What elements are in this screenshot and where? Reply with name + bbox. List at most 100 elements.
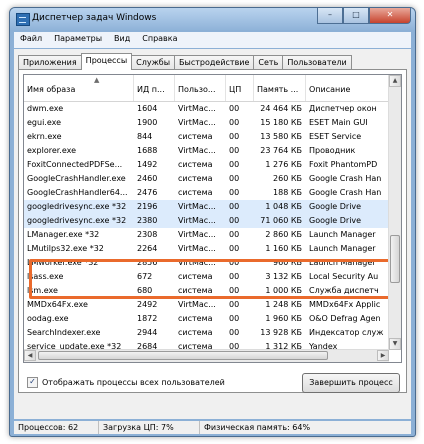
column-pid[interactable]: ИД п...: [134, 75, 175, 101]
cell-cpu: 00: [229, 286, 240, 295]
tab-performance[interactable]: Быстродействие: [174, 55, 255, 70]
horizontal-scroll-thumb[interactable]: [38, 351, 328, 360]
cell-memory: 960 КБ: [273, 258, 302, 267]
scroll-right-icon[interactable]: ▶: [377, 350, 389, 361]
column-user[interactable]: Пользо...: [175, 75, 226, 101]
show-all-label: Отображать процессы всех пользователей: [42, 378, 225, 387]
cell-pid: 2476: [137, 188, 158, 197]
column-description[interactable]: Описание: [306, 75, 389, 101]
menu-options[interactable]: Параметры: [48, 32, 108, 48]
maximize-button[interactable]: □: [343, 8, 369, 24]
table-row[interactable]: googledrivesync.exe *32 2196 VirtMac... 00 1…: [24, 200, 389, 214]
show-all-checkbox[interactable]: ✓: [27, 377, 38, 388]
table-row[interactable]: GoogleCrashHandler64... 2476 система 00 188 …: [24, 186, 389, 200]
table-row[interactable]: oodag.exe 1872 система 00 1 960 КБ O&O Defrag…: [24, 312, 389, 326]
column-image-name-label: Имя образа: [27, 85, 76, 94]
cell-cpu: 00: [229, 258, 240, 267]
status-processes: Процессов: 62: [14, 421, 99, 434]
cell-pid: 2944: [137, 328, 158, 337]
cell-cpu: 00: [229, 272, 240, 281]
table-row[interactable]: lsm.exe 680 система 00 1 000 КБ Служба диспет…: [24, 284, 389, 298]
table-row[interactable]: egui.exe 1900 VirtMac... 00 15 180 КБ ESET Ma…: [24, 116, 389, 130]
scroll-up-icon[interactable]: ▲: [389, 75, 401, 87]
scroll-left-icon[interactable]: ◀: [24, 350, 36, 361]
tab-services[interactable]: Службы: [131, 55, 176, 70]
table-row[interactable]: GoogleCrashHandler.exe 2460 система 00 260 К…: [24, 172, 389, 186]
tab-processes[interactable]: Процессы: [80, 53, 133, 70]
vertical-scroll-thumb[interactable]: [390, 235, 400, 283]
cell-memory: 2 860 КБ: [265, 230, 302, 239]
column-memory[interactable]: Память ...: [254, 75, 306, 101]
processes-pane: Имя образа ▲ ИД п... Пользо... ЦП Память …: [18, 69, 407, 393]
cell-description: Google Drive: [309, 216, 362, 225]
cell-pid: 1900: [137, 118, 158, 127]
cell-pid: 2380: [137, 216, 158, 225]
menu-file[interactable]: Файл: [14, 32, 48, 48]
cell-memory: 260 КБ: [273, 174, 302, 183]
table-row[interactable]: explorer.exe 1688 VirtMac... 00 23 764 КБ Про…: [24, 144, 389, 158]
cell-image-name: SearchIndexer.exe: [27, 328, 101, 337]
cell-cpu: 00: [229, 244, 240, 253]
cell-pid: 2856: [137, 258, 158, 267]
column-headers: Имя образа ▲ ИД п... Пользо... ЦП Память …: [24, 75, 389, 102]
cell-pid: 680: [137, 286, 153, 295]
status-bar: Процессов: 62 Загрузка ЦП: 7% Физическая…: [14, 421, 411, 434]
cell-user: VirtMac...: [178, 118, 216, 127]
table-row[interactable]: dwm.exe 1604 VirtMac... 00 24 464 КБ Диспетче…: [24, 102, 389, 116]
cell-memory: 1 960 КБ: [265, 314, 302, 323]
cell-cpu: 00: [229, 328, 240, 337]
cell-cpu: 00: [229, 132, 240, 141]
title-bar[interactable]: Диспетчер задач Windows – □ ✕: [10, 8, 415, 30]
menu-view[interactable]: Вид: [108, 32, 136, 48]
cell-memory: 188 КБ: [273, 188, 302, 197]
task-manager-icon: [16, 13, 30, 26]
column-cpu[interactable]: ЦП: [226, 75, 254, 101]
status-memory: Физическая память: 64%: [204, 423, 311, 432]
cell-image-name: dwm.exe: [27, 104, 64, 113]
table-row[interactable]: SearchIndexer.exe 2944 система 00 13 928 КБ И…: [24, 326, 389, 340]
tab-network[interactable]: Сеть: [253, 55, 284, 70]
cell-description: O&O Defrag Agen: [309, 314, 381, 323]
cell-image-name: LManager.exe *32: [27, 230, 100, 239]
cell-user: VirtMac...: [178, 230, 216, 239]
horizontal-scrollbar[interactable]: ◀ ▶: [24, 349, 389, 362]
vertical-scrollbar[interactable]: ▲ ▼: [388, 75, 401, 350]
cell-pid: 1688: [137, 146, 158, 155]
cell-image-name: GoogleCrashHandler64...: [27, 188, 128, 197]
table-row[interactable]: LMworker.exe *32 2856 VirtMac... 00 960 КБ La…: [24, 256, 389, 270]
cell-cpu: 00: [229, 188, 240, 197]
cell-user: VirtMac...: [178, 258, 216, 267]
close-button[interactable]: ✕: [369, 8, 411, 24]
table-row[interactable]: lsass.exe 672 система 00 3 132 КБ Local Secur…: [24, 270, 389, 284]
cell-description: ESET Service: [309, 132, 362, 141]
cell-user: система: [178, 132, 213, 141]
column-image-name[interactable]: Имя образа ▲: [24, 75, 134, 101]
table-row[interactable]: MMDx64Fx.exe 2492 VirtMac... 00 1 248 КБ MMDx…: [24, 298, 389, 312]
cell-image-name: googledrivesync.exe *32: [27, 216, 127, 225]
cell-image-name: ekrn.exe: [27, 132, 62, 141]
cell-user: система: [178, 314, 213, 323]
cell-memory: 1 248 КБ: [265, 300, 302, 309]
minimize-button[interactable]: –: [317, 8, 343, 24]
process-list[interactable]: Имя образа ▲ ИД п... Пользо... ЦП Память …: [23, 74, 402, 363]
cell-memory: 3 132 КБ: [265, 272, 302, 281]
tab-applications[interactable]: Приложения: [18, 55, 82, 70]
table-row[interactable]: FoxitConnectedPDFSe... 1492 система 00 1 276…: [24, 158, 389, 172]
cell-memory: 1 160 КБ: [265, 244, 302, 253]
cell-pid: 1492: [137, 160, 158, 169]
cell-pid: 1872: [137, 314, 158, 323]
table-row[interactable]: ekrn.exe 844 система 00 13 580 КБ ESET Servic…: [24, 130, 389, 144]
table-row[interactable]: googledrivesync.exe *32 2380 VirtMac... 00 7…: [24, 214, 389, 228]
tab-users[interactable]: Пользователи: [282, 55, 352, 70]
scroll-down-icon[interactable]: ▼: [389, 338, 401, 350]
cell-pid: 2460: [137, 174, 158, 183]
cell-user: VirtMac...: [178, 244, 216, 253]
menu-help[interactable]: Справка: [136, 32, 183, 48]
cell-user: VirtMac...: [178, 202, 216, 211]
table-row[interactable]: LMutilps32.exe *32 2264 VirtMac... 00 1 160 …: [24, 242, 389, 256]
end-process-button[interactable]: Завершить процесс: [302, 373, 400, 393]
task-manager-window: Диспетчер задач Windows – □ ✕ Файл Парам…: [9, 7, 416, 437]
table-row[interactable]: LManager.exe *32 2308 VirtMac... 00 2 860 КБ…: [24, 228, 389, 242]
show-all-users[interactable]: ✓ Отображать процессы всех пользователей: [27, 377, 225, 388]
cell-user: VirtMac...: [178, 216, 216, 225]
